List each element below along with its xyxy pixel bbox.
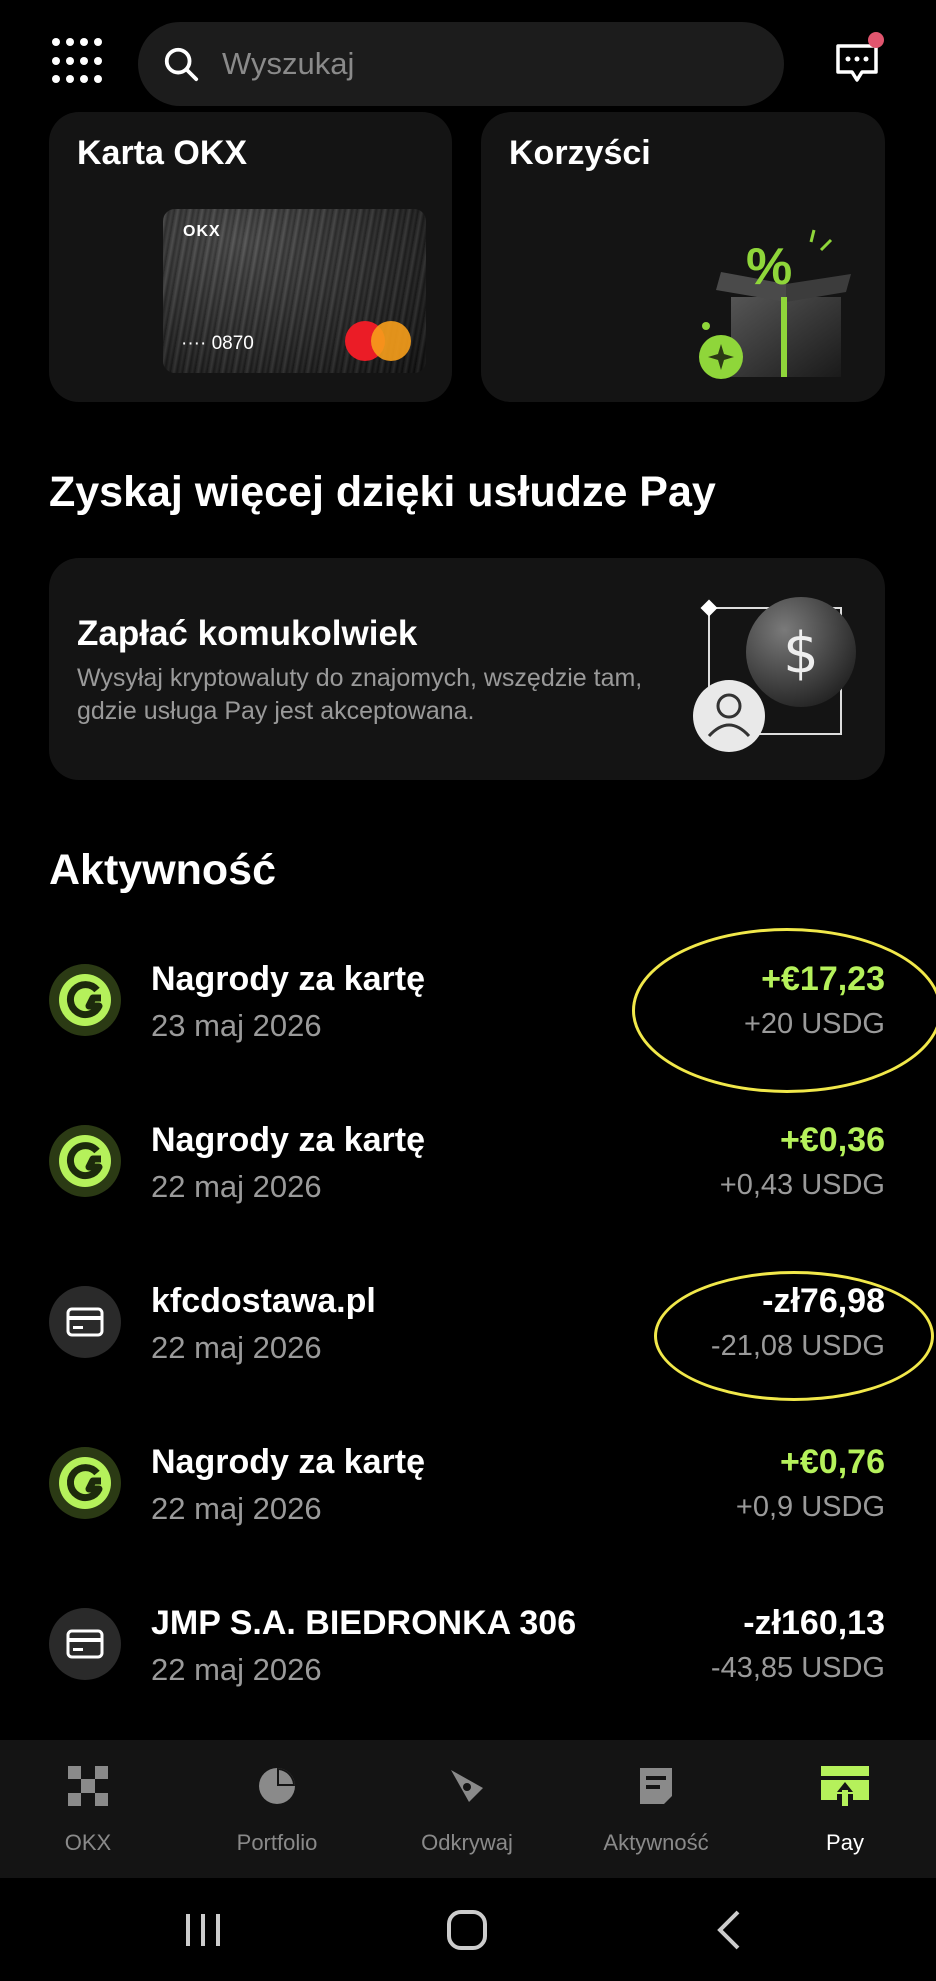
receipt-icon: [640, 1768, 672, 1804]
back-icon[interactable]: [714, 1908, 744, 1952]
system-navigation-bar: [0, 1878, 936, 1981]
nav-discover-label: Odkrywaj: [421, 1830, 513, 1855]
activity-usdg-amount: +20 USDG: [743, 1008, 885, 1040]
okx-card-tile[interactable]: Karta OKX OKX ···· 0870: [49, 112, 452, 402]
apps-grid-icon[interactable]: [52, 38, 102, 88]
activity-date: 23 maj 2026: [151, 1008, 322, 1043]
benefits-tile-title: Korzyści: [509, 134, 651, 172]
send-money-illustration: $: [693, 597, 856, 752]
nav-activity-label: Aktywność: [603, 1830, 709, 1855]
pay-section-heading: Zyskaj więcej dzięki usłudze Pay: [49, 468, 716, 516]
nav-portfolio[interactable]: Portfolio: [197, 1764, 357, 1856]
nav-portfolio-label: Portfolio: [236, 1830, 318, 1855]
promo-description: Wysyłaj kryptowaluty do znajomych, wszęd…: [77, 664, 643, 725]
nav-okx-label: OKX: [64, 1830, 112, 1855]
benefits-tile[interactable]: Korzyści %: [481, 112, 885, 402]
activity-usdg-amount: -21,08 USDG: [710, 1330, 885, 1362]
bank-card-image: OKX ···· 0870: [163, 209, 426, 373]
activity-date: 22 maj 2026: [151, 1491, 322, 1526]
activity-row[interactable]: JMP S.A. BIEDRONKA 306 22 maj 2026 -zł160,…: [49, 1594, 885, 1694]
pie-chart-icon: [259, 1768, 295, 1804]
gift-box-icon: %: [699, 229, 851, 379]
chat-icon[interactable]: [834, 32, 884, 86]
activity-date: 22 maj 2026: [151, 1169, 322, 1204]
activity-date: 22 maj 2026: [151, 1330, 322, 1365]
bottom-navigation: OKX Portfolio Odkrywaj Aktywność Pay: [0, 1740, 936, 1878]
nav-okx[interactable]: OKX: [8, 1764, 168, 1856]
activity-amount: +€0,76: [780, 1443, 885, 1481]
search-icon: [164, 47, 199, 82]
card-number: ···· 0870: [181, 333, 254, 354]
nav-pay-label: Pay: [826, 1830, 864, 1855]
activity-name: JMP S.A. BIEDRONKA 306: [151, 1604, 577, 1642]
promo-title: Zapłać komukolwiek: [77, 614, 418, 653]
notification-dot: [868, 32, 884, 48]
recent-apps-icon[interactable]: [182, 1908, 224, 1952]
activity-row[interactable]: Nagrody za kartę 22 maj 2026 +€0,76 +0,9 US…: [49, 1433, 885, 1533]
search-placeholder: Wyszukaj: [222, 46, 355, 81]
activity-usdg-amount: -43,85 USDG: [710, 1652, 885, 1684]
activity-row[interactable]: Nagrody za kartę 22 maj 2026 +€0,36 +0,43 U…: [49, 1111, 885, 1211]
card-brand-logo: OKX: [183, 223, 221, 240]
card-reward-icon: [49, 964, 121, 1036]
card-reward-icon: [49, 1447, 121, 1519]
card-tile-title: Karta OKX: [77, 134, 248, 172]
nav-activity[interactable]: Aktywność: [576, 1764, 736, 1856]
svg-text:%: %: [746, 238, 792, 296]
pay-anyone-card[interactable]: Zapłać komukolwiek Wysyłaj kryptowaluty …: [49, 558, 885, 780]
card-reward-icon: [49, 1125, 121, 1197]
activity-amount: +€0,36: [780, 1121, 885, 1159]
okx-logo-icon: [68, 1766, 108, 1806]
home-icon[interactable]: [445, 1908, 489, 1952]
activity-amount: -zł160,13: [743, 1604, 885, 1642]
svg-text:$: $: [783, 621, 819, 686]
credit-card-icon: [49, 1608, 121, 1680]
activity-heading: Aktywność: [49, 846, 277, 894]
activity-usdg-amount: +0,43 USDG: [719, 1169, 885, 1201]
activity-name: kfcdostawa.pl: [151, 1282, 376, 1320]
activity-row[interactable]: Nagrody za kartę 23 maj 2026 +€17,23 +20 US…: [49, 950, 885, 1050]
activity-usdg-amount: +0,9 USDG: [735, 1491, 885, 1523]
activity-name: Nagrody za kartę: [151, 960, 425, 998]
search-bar[interactable]: Wyszukaj: [138, 22, 784, 106]
activity-amount: +€17,23: [761, 960, 885, 998]
activity-row[interactable]: kfcdostawa.pl 22 maj 2026 -zł76,98 -21,08 U…: [49, 1272, 885, 1372]
pay-icon: [821, 1766, 869, 1806]
nav-discover[interactable]: Odkrywaj: [387, 1764, 547, 1856]
activity-name: Nagrody za kartę: [151, 1443, 425, 1481]
activity-name: Nagrody za kartę: [151, 1121, 425, 1159]
activity-amount: -zł76,98: [762, 1282, 885, 1320]
activity-date: 22 maj 2026: [151, 1652, 322, 1687]
compass-icon: [451, 1770, 483, 1802]
credit-card-icon: [49, 1286, 121, 1358]
top-header: Wyszukaj: [0, 20, 936, 108]
nav-pay[interactable]: Pay: [765, 1764, 925, 1856]
